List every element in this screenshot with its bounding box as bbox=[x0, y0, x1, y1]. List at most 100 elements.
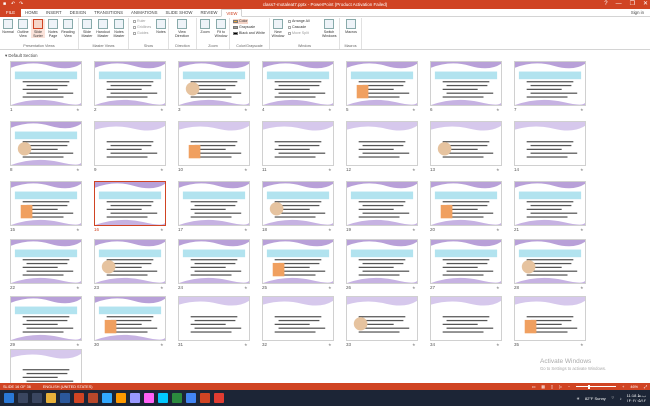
lightroom-icon[interactable] bbox=[158, 393, 168, 403]
slide-sorter-button[interactable]: Slide Sorter bbox=[31, 19, 45, 38]
tab-view[interactable]: VIEW bbox=[221, 8, 243, 17]
close-button[interactable]: ✕ bbox=[643, 0, 648, 9]
guides-check-box[interactable] bbox=[133, 32, 136, 35]
outline-view-button[interactable]: Outline View bbox=[16, 19, 30, 38]
slide-thumbnail[interactable] bbox=[178, 61, 250, 106]
slide-thumbnail[interactable] bbox=[94, 121, 166, 166]
weather-text[interactable]: 82°F Sunny bbox=[585, 396, 606, 401]
reading-view-button[interactable]: Reading View bbox=[61, 19, 75, 38]
media-icon[interactable] bbox=[214, 393, 224, 403]
slide-thumbnail[interactable] bbox=[10, 239, 82, 284]
grayscale-button[interactable]: Grayscale bbox=[233, 25, 255, 30]
switch-windows-button[interactable]: Switch Windows bbox=[322, 19, 337, 38]
reading-view-status-icon[interactable]: ▯ bbox=[551, 384, 553, 389]
slide-thumbnail[interactable] bbox=[10, 61, 82, 106]
slide-thumbnail[interactable] bbox=[178, 121, 250, 166]
slide-thumbnail[interactable] bbox=[430, 61, 502, 106]
tab-design[interactable]: DESIGN bbox=[66, 9, 90, 17]
maximize-button[interactable]: ❐ bbox=[630, 0, 635, 9]
slide-thumbnail[interactable] bbox=[514, 239, 586, 284]
color-button[interactable]: Color bbox=[233, 19, 248, 24]
slide-thumbnail[interactable] bbox=[346, 296, 418, 341]
slide-thumbnail[interactable] bbox=[346, 239, 418, 284]
tab-insert[interactable]: INSERT bbox=[42, 9, 66, 17]
tab-file[interactable]: FILE bbox=[0, 8, 22, 17]
slide-thumbnail[interactable] bbox=[514, 121, 586, 166]
notes-page-button[interactable]: Notes Page bbox=[46, 19, 60, 38]
premiere-icon[interactable] bbox=[130, 393, 140, 403]
slide-thumbnail[interactable] bbox=[514, 296, 586, 341]
slide-thumbnail[interactable] bbox=[430, 239, 502, 284]
slide-thumbnail[interactable] bbox=[430, 181, 502, 226]
slide-thumbnail[interactable] bbox=[346, 121, 418, 166]
slide-thumbnail[interactable] bbox=[178, 181, 250, 226]
help-button[interactable]: ? bbox=[604, 0, 607, 9]
slide-thumbnail[interactable] bbox=[10, 296, 82, 341]
slide-thumbnail[interactable] bbox=[346, 61, 418, 106]
macros-button[interactable]: Macros bbox=[344, 19, 358, 34]
slide-thumbnail[interactable] bbox=[346, 181, 418, 226]
fit-to-window-button[interactable]: Fit to Window bbox=[214, 19, 228, 38]
normal-view-button[interactable]: Normal bbox=[1, 19, 15, 34]
handout-master-button[interactable]: Handout Master bbox=[96, 19, 110, 38]
guides-checkbox[interactable]: Guides bbox=[133, 31, 148, 36]
slide-thumbnail[interactable] bbox=[262, 296, 334, 341]
start-icon[interactable] bbox=[4, 393, 14, 403]
slide-thumbnail[interactable] bbox=[262, 61, 334, 106]
slide-thumbnail[interactable] bbox=[262, 239, 334, 284]
tab-home[interactable]: HOME bbox=[21, 9, 42, 17]
zoom-level[interactable]: 46% bbox=[630, 385, 638, 389]
slide-thumbnail[interactable] bbox=[430, 121, 502, 166]
slide-thumbnail[interactable] bbox=[10, 181, 82, 226]
cascade-button[interactable]: Cascade bbox=[288, 25, 306, 30]
section-header[interactable]: ▾ Default Section bbox=[5, 53, 38, 59]
app-icon[interactable] bbox=[172, 393, 182, 403]
slide-thumbnail[interactable] bbox=[262, 121, 334, 166]
volume-icon[interactable]: ♪ bbox=[620, 396, 622, 401]
gridlines-check-box[interactable] bbox=[133, 26, 136, 29]
arrange-all-button[interactable]: Arrange All bbox=[288, 19, 310, 24]
zoom-slider-thumb[interactable] bbox=[588, 384, 591, 389]
adobe-icon[interactable] bbox=[88, 393, 98, 403]
slideshow-status-icon[interactable]: ▷ bbox=[559, 384, 562, 389]
slide-thumbnail[interactable] bbox=[94, 296, 166, 341]
zoom-out-icon[interactable]: − bbox=[568, 385, 570, 389]
slide-thumbnail[interactable] bbox=[178, 239, 250, 284]
zoom-slider[interactable] bbox=[576, 384, 617, 389]
language-indicator[interactable]: ENGLISH (UNITED STATES) bbox=[43, 385, 93, 389]
search-icon[interactable] bbox=[18, 393, 28, 403]
slide-thumbnail[interactable] bbox=[514, 181, 586, 226]
word-icon[interactable] bbox=[60, 393, 70, 403]
slide-thumbnail[interactable] bbox=[94, 181, 166, 226]
tab-transitions[interactable]: TRANSITIONS bbox=[90, 9, 127, 17]
black-white-button[interactable]: Black and White bbox=[233, 31, 265, 36]
photoshop-icon[interactable] bbox=[102, 393, 112, 403]
tab-slide-show[interactable]: SLIDE SHOW bbox=[161, 9, 196, 17]
minimize-button[interactable]: — bbox=[616, 0, 622, 9]
chrome-icon[interactable] bbox=[186, 393, 196, 403]
zoom-button[interactable]: Zoom bbox=[198, 19, 212, 34]
powerpoint-icon[interactable] bbox=[74, 393, 84, 403]
slide-thumbnail[interactable] bbox=[262, 181, 334, 226]
new-window-button[interactable]: New Window bbox=[271, 19, 285, 38]
view-direction-button[interactable]: View Direction bbox=[175, 19, 189, 38]
fit-slide-icon[interactable]: ⤢ bbox=[644, 385, 647, 389]
slide-thumbnail[interactable] bbox=[178, 296, 250, 341]
slide-thumbnail[interactable] bbox=[514, 61, 586, 106]
illustrator-icon[interactable] bbox=[116, 393, 126, 403]
clock[interactable]: 11:18 ب.ظ ۱۴۰۲/۰۵/۱۲ bbox=[627, 393, 646, 403]
slide-thumbnail[interactable] bbox=[94, 61, 166, 106]
slide-master-button[interactable]: Slide Master bbox=[80, 19, 94, 38]
ruler-check-box[interactable] bbox=[133, 20, 136, 23]
file-explorer-icon[interactable] bbox=[46, 393, 56, 403]
indesign-icon[interactable] bbox=[144, 393, 154, 403]
zoom-in-icon[interactable]: + bbox=[622, 385, 624, 389]
ruler-checkbox[interactable]: Ruler bbox=[133, 19, 146, 24]
gridlines-checkbox[interactable]: Gridlines bbox=[133, 25, 151, 30]
weather-icon[interactable]: ☀ bbox=[576, 396, 580, 401]
normal-view-status-icon[interactable]: ▭ bbox=[532, 384, 536, 389]
notes-master-button[interactable]: Notes Master bbox=[112, 19, 126, 38]
move-split-button[interactable]: Move Split bbox=[288, 31, 309, 36]
tab-review[interactable]: REVIEW bbox=[196, 9, 221, 17]
notes-button[interactable]: Notes bbox=[154, 19, 168, 34]
